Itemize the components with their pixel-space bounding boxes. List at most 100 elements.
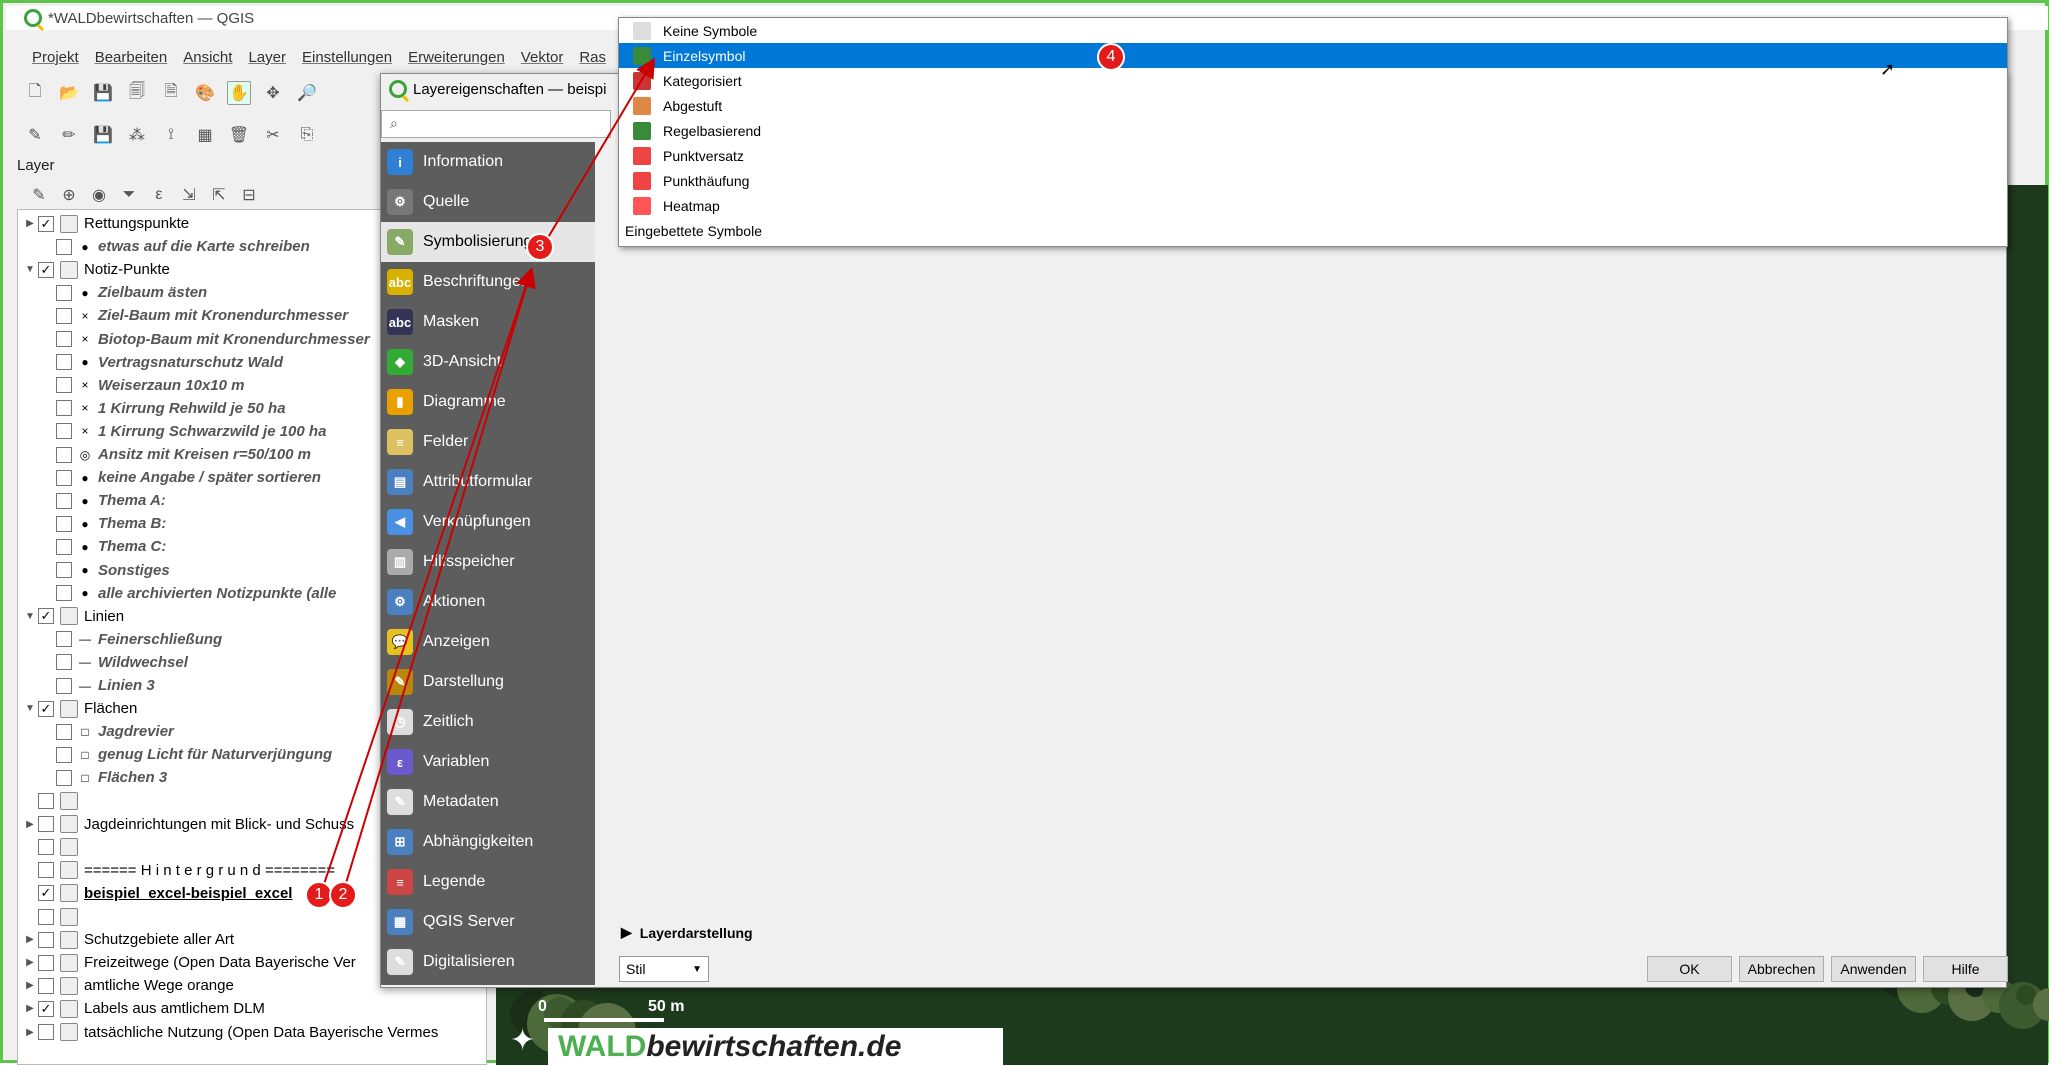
category-item[interactable]: ✎ Metadaten (381, 782, 595, 822)
expand-arrow-icon[interactable]: ▶ (22, 819, 38, 830)
help-button[interactable]: Hilfe (1923, 956, 2008, 982)
expand-arrow-icon[interactable]: ▼ (22, 264, 38, 275)
layer-row[interactable]: ▼ ✓ Linien (22, 605, 124, 628)
layer-row[interactable]: ▶ Freizeitwege (Open Data Bayerische Ver (22, 951, 356, 974)
layer-row[interactable]: × Ziel-Baum mit Kronendurchmesser (40, 304, 348, 327)
expand-arrow-icon[interactable]: ▶ (22, 1003, 38, 1014)
category-item[interactable]: ⚙ Quelle (381, 182, 595, 222)
layer-row[interactable]: □ genug Licht für Naturverjüngung (40, 743, 332, 766)
layer-row[interactable] (22, 905, 84, 928)
save-edits-icon[interactable]: 💾 (91, 123, 115, 147)
layer-checkbox[interactable] (56, 492, 72, 509)
category-item[interactable]: ε Variablen (381, 742, 595, 782)
apply-button[interactable]: Anwenden (1831, 956, 1916, 982)
map-theme-icon[interactable]: ◉ (87, 183, 111, 207)
filter-icon[interactable]: ⏷ (117, 183, 141, 207)
expand-all-icon[interactable]: ⇲ (177, 183, 201, 207)
layer-row[interactable]: ● alle archivierten Notizpunkte (alle (40, 582, 336, 605)
layer-row[interactable]: □ Flächen 3 (40, 766, 167, 789)
layer-checkbox[interactable] (38, 839, 54, 856)
layer-row[interactable] (22, 836, 84, 859)
expand-arrow-icon[interactable]: ▶ (22, 218, 38, 229)
layer-checkbox[interactable] (56, 746, 72, 763)
layer-row[interactable]: × Weiserzaun 10x10 m (40, 374, 244, 397)
renderer-option[interactable]: Punktversatz (619, 143, 2007, 168)
layer-checkbox[interactable] (56, 307, 72, 324)
layer-row[interactable]: ● Thema C: (40, 535, 166, 558)
ok-button[interactable]: OK (1647, 956, 1732, 982)
layer-checkbox[interactable] (38, 793, 54, 809)
vertex-tool-icon[interactable]: ⟟ (159, 123, 183, 147)
edit-icon[interactable]: ✎ (23, 123, 47, 147)
layer-checkbox[interactable] (56, 284, 72, 301)
renderer-option[interactable]: Punkthäufung (619, 168, 2007, 193)
category-item[interactable]: ◀ Verknüpfungen (381, 502, 595, 542)
category-item[interactable]: abc Beschriftungen (381, 262, 595, 302)
cancel-button[interactable]: Abbrechen (1739, 956, 1824, 982)
layer-row[interactable]: ● etwas auf die Karte schreiben (40, 235, 310, 258)
layer-row[interactable]: ● Vertragsnaturschutz Wald (40, 351, 283, 374)
category-item[interactable]: ≡ Legende (381, 862, 595, 902)
remove-layer-icon[interactable]: ⊟ (237, 183, 261, 207)
category-item[interactable]: ▮ Diagramme (381, 382, 595, 422)
layer-checkbox[interactable]: ✓ (38, 700, 54, 717)
layer-rendering-toggle[interactable]: ▶ Layerdarstellung (621, 924, 753, 941)
layer-row[interactable]: ▶ Schutzgebiete aller Art (22, 928, 234, 951)
renderer-option[interactable]: Abgestuft (619, 93, 2007, 118)
category-item[interactable]: ▦ QGIS Server (381, 902, 595, 942)
layer-checkbox[interactable] (56, 631, 72, 648)
layer-row[interactable]: ▶ Jagdeinrichtungen mit Blick- und Schuss (22, 813, 354, 836)
expression-filter-icon[interactable]: ε (147, 183, 171, 207)
category-item[interactable]: abc Masken (381, 302, 595, 342)
renderer-option[interactable]: Regelbasierend (619, 118, 2007, 143)
collapse-all-icon[interactable]: ⇱ (207, 183, 231, 207)
menu-item[interactable]: Projekt (32, 49, 79, 71)
layer-checkbox[interactable] (56, 677, 72, 694)
layer-checkbox[interactable] (56, 654, 72, 671)
layer-checkbox[interactable] (56, 562, 72, 578)
category-item[interactable]: ◷ Zeitlich (381, 702, 595, 742)
expand-arrow-icon[interactable]: ▶ (22, 957, 38, 968)
category-item[interactable]: ▥ Hilfsspeicher (381, 542, 595, 582)
layer-row[interactable]: ▼ ✓ Flächen (22, 697, 137, 720)
layer-row[interactable]: ▶ ✓ Rettungspunkte (22, 212, 189, 235)
layer-row[interactable]: — Linien 3 (40, 674, 155, 697)
expand-arrow-icon[interactable]: ▶ (22, 1027, 38, 1038)
layout-manager-icon[interactable]: 🗎 (159, 81, 183, 105)
expand-arrow-icon[interactable]: ▶ (22, 980, 38, 991)
expand-arrow-icon[interactable]: ▼ (22, 703, 38, 714)
category-item[interactable]: ◆ 3D-Ansicht (381, 342, 595, 382)
menu-item[interactable]: Vektor (521, 49, 564, 71)
layer-row[interactable]: ▶ amtliche Wege orange (22, 974, 234, 997)
layer-checkbox[interactable] (56, 446, 72, 463)
cut-icon[interactable]: ✂ (261, 123, 285, 147)
layer-row[interactable]: ====== H i n t e r g r u n d ======== (22, 859, 335, 882)
category-search-input[interactable]: ⌕ (381, 110, 611, 138)
layer-row[interactable]: × 1 Kirrung Schwarzwild je 100 ha (40, 420, 326, 443)
layer-checkbox[interactable] (38, 908, 54, 925)
layer-style-icon[interactable]: ✎ (27, 183, 51, 207)
expand-arrow-icon[interactable]: ▶ (22, 934, 38, 945)
layer-checkbox[interactable] (56, 723, 72, 740)
renderer-option[interactable]: Keine Symbole (619, 18, 2007, 43)
category-item[interactable]: ✎ Symbolisierung (381, 222, 595, 262)
pan-to-selection-icon[interactable]: ✥ (261, 81, 285, 105)
layer-row[interactable]: ● Thema A: (40, 489, 166, 512)
layer-checkbox[interactable] (56, 423, 72, 440)
layer-checkbox[interactable] (38, 1024, 54, 1040)
layer-row[interactable] (22, 790, 84, 813)
delete-icon[interactable]: 🗑 (227, 123, 251, 147)
layer-checkbox[interactable]: ✓ (38, 1000, 54, 1017)
toggle-edit-icon[interactable]: ✏ (57, 123, 81, 147)
zoom-in-icon[interactable]: 🔎 (295, 81, 319, 105)
menu-item[interactable]: Einstellungen (302, 49, 392, 71)
layer-checkbox[interactable] (56, 769, 72, 786)
category-item[interactable]: ✎ Digitalisieren (381, 942, 595, 982)
layer-checkbox[interactable] (56, 538, 72, 555)
category-item[interactable]: ⚙ Aktionen (381, 582, 595, 622)
category-item[interactable]: i Information (381, 142, 595, 182)
save-project-icon[interactable]: 💾 (91, 81, 115, 105)
add-feature-icon[interactable]: ⁂ (125, 123, 149, 147)
new-project-icon[interactable]: 🗋 (23, 81, 47, 105)
layer-row[interactable]: ✓ beispiel_excel-beispiel_excel (22, 882, 292, 905)
